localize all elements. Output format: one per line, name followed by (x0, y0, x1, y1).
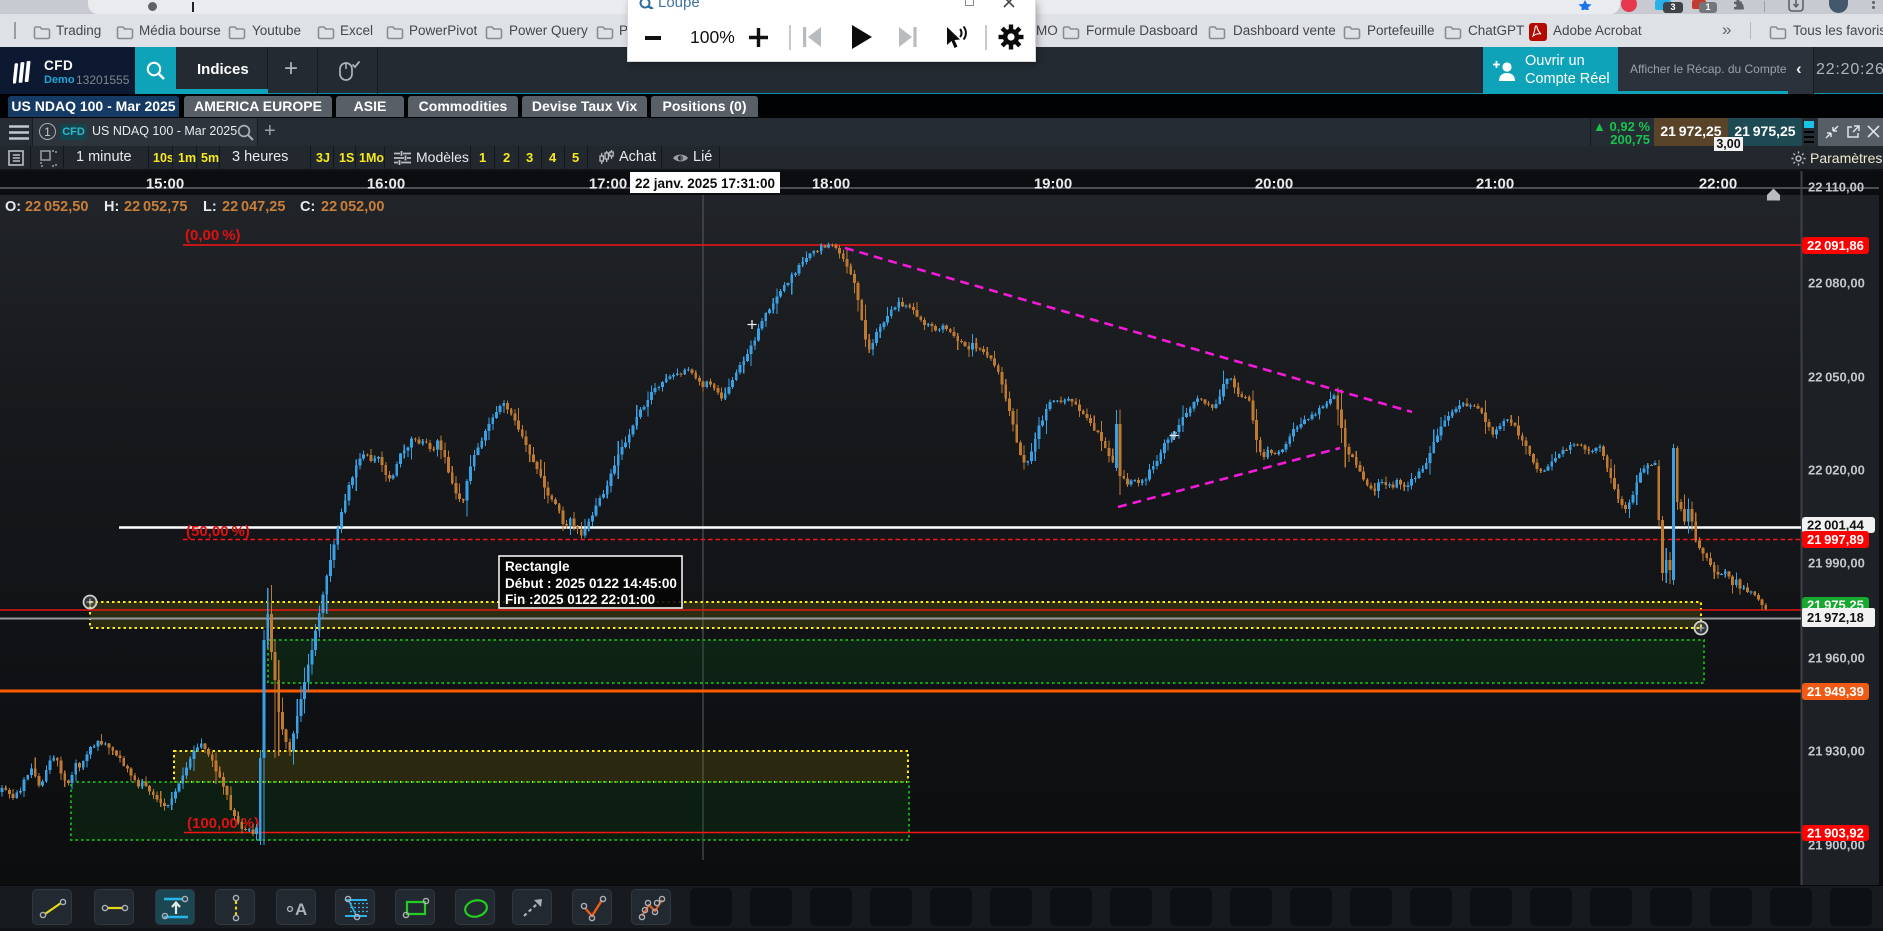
svg-text:A: A (295, 900, 307, 919)
svg-text:22 052,00: 22 052,00 (321, 199, 384, 215)
svg-text:21 960,00: 21 960,00 (1808, 651, 1865, 666)
svg-text:Fin :2025 0122 22:01:00: Fin :2025 0122 22:01:00 (505, 592, 655, 607)
svg-text:(100,00 %): (100,00 %) (187, 815, 259, 832)
svg-text:22 052,50: 22 052,50 (25, 199, 88, 215)
svg-text:21 930,00: 21 930,00 (1808, 744, 1865, 759)
svg-text:22 janv. 2025 17:31:00: 22 janv. 2025 17:31:00 (635, 176, 775, 191)
svg-text:(0,00 %): (0,00 %) (185, 227, 241, 244)
svg-text:L:: L: (203, 199, 217, 215)
svg-text:Rectangle: Rectangle (505, 559, 570, 574)
svg-text:22 052,75: 22 052,75 (124, 199, 187, 215)
svg-text:21:00: 21:00 (1476, 176, 1514, 193)
svg-text:21 903,92: 21 903,92 (1807, 826, 1864, 841)
svg-text:21 972,18: 21 972,18 (1807, 610, 1864, 625)
svg-text:21 990,00: 21 990,00 (1808, 556, 1865, 571)
svg-text:17:00: 17:00 (589, 176, 627, 193)
svg-text:22 020,00: 22 020,00 (1808, 463, 1865, 478)
svg-text:16:00: 16:00 (367, 176, 405, 193)
svg-text:21 949,39: 21 949,39 (1807, 684, 1864, 699)
svg-text:21 997,89: 21 997,89 (1807, 532, 1864, 547)
svg-text:(50,00 %): (50,00 %) (186, 523, 250, 540)
svg-text:22 001,44: 22 001,44 (1807, 518, 1865, 533)
svg-text:20:00: 20:00 (1255, 176, 1293, 193)
svg-text:22 091,86: 22 091,86 (1807, 238, 1864, 253)
svg-text:Début : 2025 0122 14:45:00: Début : 2025 0122 14:45:00 (505, 576, 677, 591)
svg-text:C:: C: (300, 199, 315, 215)
svg-text:O:: O: (5, 199, 21, 215)
svg-text:18:00: 18:00 (812, 176, 850, 193)
svg-text:H:: H: (104, 199, 119, 215)
svg-text:22 050,00: 22 050,00 (1808, 370, 1865, 385)
svg-text:22 110,00: 22 110,00 (1808, 180, 1864, 195)
svg-text:15:00: 15:00 (146, 176, 184, 193)
svg-text:22 047,25: 22 047,25 (222, 199, 285, 215)
svg-text:22:00: 22:00 (1699, 176, 1737, 193)
svg-text:22 080,00: 22 080,00 (1808, 276, 1865, 291)
svg-text:19:00: 19:00 (1034, 176, 1072, 193)
